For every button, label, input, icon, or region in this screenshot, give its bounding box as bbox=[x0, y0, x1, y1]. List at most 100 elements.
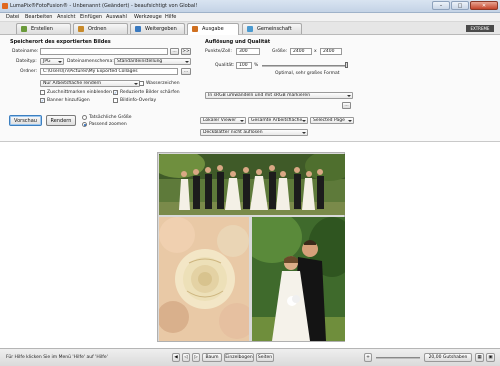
tab-community[interactable]: Gemeinschaft bbox=[242, 23, 302, 34]
zoom-value: 20,00 Gutshaben bbox=[424, 353, 472, 362]
share-icon bbox=[135, 26, 141, 32]
filename-label: Dateiname: bbox=[12, 49, 39, 54]
minimize-button[interactable]: – bbox=[432, 1, 450, 10]
output-icon bbox=[192, 26, 198, 32]
actual-size-label: Tatsächliche Größe bbox=[89, 115, 132, 120]
folder-browse-button[interactable]: … bbox=[181, 68, 191, 75]
trim-marks-label: Zuschnittmarken einblenden bbox=[47, 90, 112, 95]
couple-photo-image bbox=[252, 217, 345, 341]
chevron-down-icon bbox=[185, 61, 189, 63]
height-input[interactable]: 2400 bbox=[320, 48, 342, 55]
sharpen-checkbox[interactable]: ✓ bbox=[113, 90, 118, 95]
color-profile-select[interactable]: In sRGB umwandeln und mit sRGB markieren bbox=[205, 92, 353, 99]
filename-input[interactable] bbox=[40, 48, 168, 55]
fit-zoom-label: Passend zoomen bbox=[89, 122, 127, 127]
couple-photo[interactable] bbox=[252, 217, 345, 341]
zoom-slider[interactable] bbox=[376, 357, 420, 359]
chevron-down-icon bbox=[348, 120, 352, 122]
status-bar: Für Hilfe klicken Sie im Menü 'Hilfe' au… bbox=[0, 348, 500, 366]
filename-browse-button[interactable]: ... bbox=[170, 48, 179, 55]
quality-input[interactable]: 100 bbox=[236, 62, 252, 69]
menu-edit[interactable]: Bearbeiten bbox=[25, 14, 52, 20]
quality-description: Optimal, sehr großes Format bbox=[275, 71, 340, 76]
quality-slider[interactable] bbox=[262, 65, 348, 67]
profile-options-button[interactable]: ... bbox=[342, 102, 351, 109]
layers-select[interactable]: Deckblätter nicht auflösen bbox=[200, 129, 308, 136]
width-input[interactable]: 2400 bbox=[290, 48, 312, 55]
edition-badge: EXTREME bbox=[466, 25, 494, 32]
banner-label: Banner hinzufügen bbox=[47, 98, 90, 103]
menu-file[interactable]: Datei bbox=[6, 14, 19, 20]
group-photo[interactable] bbox=[159, 154, 345, 215]
pages-button[interactable]: Seiten bbox=[256, 353, 274, 362]
overlay-checkbox[interactable] bbox=[113, 98, 118, 103]
arrange-icon bbox=[78, 26, 84, 32]
schema-select[interactable]: Standardeinstellung bbox=[114, 58, 191, 65]
folder-input[interactable]: C:\Users\[n\Pictures\My Exported Collage… bbox=[40, 68, 178, 75]
menu-tools[interactable]: Werkzeuge bbox=[134, 14, 162, 20]
actual-size-radio[interactable] bbox=[82, 115, 87, 120]
filetype-label: Dateityp: bbox=[16, 59, 37, 64]
render-scope-select[interactable]: Nur Arbeitsfläche rendern bbox=[40, 80, 140, 87]
page-select[interactable]: Selected Page bbox=[310, 117, 354, 124]
prev-page-button[interactable]: ◁ bbox=[182, 353, 190, 362]
watermark-checkbox[interactable] bbox=[139, 81, 144, 86]
chevron-down-icon bbox=[240, 120, 244, 122]
chevron-down-icon bbox=[347, 95, 351, 97]
viewer-select[interactable]: Lokaler Viewer bbox=[200, 117, 246, 124]
tab-create[interactable]: Erstellen bbox=[16, 23, 71, 34]
title-bar: LumaPix®FotoFusion® - Unbenannt (Geänder… bbox=[0, 0, 500, 13]
zoom-in-button[interactable]: + bbox=[364, 353, 372, 362]
preview-button[interactable]: Vorschau bbox=[9, 115, 42, 126]
maximize-button[interactable]: □ bbox=[451, 1, 469, 10]
grid-view-icon[interactable]: ▦ bbox=[475, 353, 484, 362]
filename-next-button[interactable]: >> bbox=[181, 48, 191, 55]
dpi-input[interactable]: 300 bbox=[236, 48, 260, 55]
banner-checkbox[interactable]: ✓ bbox=[40, 98, 45, 103]
next-page-button[interactable]: ▷ bbox=[192, 353, 200, 362]
create-icon bbox=[21, 26, 27, 32]
export-heading: Speicherort des exportierten Bildes bbox=[10, 39, 111, 45]
single-sheet-button[interactable]: Einzelbogen bbox=[224, 353, 254, 362]
quality-slider-thumb[interactable] bbox=[345, 62, 348, 68]
size-x-label: x bbox=[314, 49, 317, 54]
menu-view[interactable]: Ansicht bbox=[57, 14, 75, 20]
tree-view-button[interactable]: Baum bbox=[202, 353, 222, 362]
single-view-icon[interactable]: ▣ bbox=[486, 353, 495, 362]
fit-zoom-radio[interactable] bbox=[82, 122, 87, 127]
group-photo-image bbox=[159, 154, 345, 215]
chevron-down-icon bbox=[134, 83, 138, 85]
filetype-select[interactable]: JPG bbox=[40, 58, 64, 65]
render-button[interactable]: Rendern bbox=[46, 115, 76, 126]
tab-output[interactable]: Ausgabe bbox=[187, 23, 239, 35]
chevron-down-icon bbox=[302, 132, 306, 134]
menu-insert[interactable]: Einfügen bbox=[80, 14, 102, 20]
menu-bar: Datei Bearbeiten Ansicht Einfügen Auswah… bbox=[0, 13, 500, 22]
overlay-label: Bildinfo-Overlay bbox=[120, 98, 157, 103]
quality-label: Qualität: bbox=[215, 63, 235, 68]
resolution-heading: Auflösung und Qualität bbox=[205, 39, 271, 45]
sharpen-label: Reduzierte Bilder schärfen bbox=[120, 90, 180, 95]
rose-photo[interactable] bbox=[159, 217, 249, 341]
tab-bar: Erstellen Ordnen Weitergeben Ausgabe Gem… bbox=[0, 22, 500, 35]
community-icon bbox=[247, 26, 253, 32]
tab-share[interactable]: Weitergeben bbox=[130, 23, 185, 34]
quality-unit: % bbox=[254, 63, 259, 68]
size-label: Größe: bbox=[272, 49, 288, 54]
app-icon bbox=[2, 3, 8, 9]
trim-marks-checkbox[interactable] bbox=[40, 90, 45, 95]
first-page-button[interactable]: ◀ bbox=[172, 353, 180, 362]
menu-selection[interactable]: Auswahl bbox=[106, 14, 127, 20]
schema-label: Dateinamenschema: bbox=[67, 59, 114, 64]
status-hint: Für Hilfe klicken Sie im Menü 'Hilfe' au… bbox=[6, 355, 108, 360]
dpi-label: Punkte/Zoll: bbox=[205, 49, 232, 54]
tab-arrange[interactable]: Ordnen bbox=[73, 23, 128, 34]
window-title: LumaPix®FotoFusion® - Unbenannt (Geänder… bbox=[10, 3, 198, 9]
chevron-down-icon bbox=[58, 61, 62, 63]
menu-help[interactable]: Hilfe bbox=[165, 14, 176, 20]
folder-label: Ordner: bbox=[20, 69, 38, 74]
close-button[interactable]: ✕ bbox=[470, 1, 498, 10]
chevron-down-icon bbox=[302, 120, 306, 122]
collage-page[interactable] bbox=[157, 152, 345, 342]
area-select[interactable]: Gesamte Arbeitsfläche bbox=[248, 117, 308, 124]
